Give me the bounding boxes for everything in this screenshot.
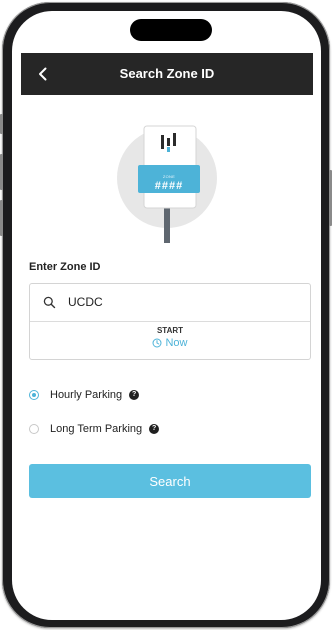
zone-id-input[interactable]: UCDC <box>30 284 310 322</box>
start-label: START <box>156 326 184 335</box>
long-term-parking-option[interactable]: Long Term Parking ? <box>29 421 160 437</box>
back-button[interactable] <box>31 53 55 95</box>
app-screen: Search Zone ID ZONE #### Enter Zone ID U… <box>12 11 321 620</box>
search-button[interactable]: Search <box>29 464 311 498</box>
phone-volume-up-button <box>0 154 3 190</box>
help-icon[interactable]: ? <box>129 390 140 400</box>
hourly-parking-label: Hourly Parking <box>50 389 123 401</box>
long-term-parking-label: Long Term Parking <box>50 423 143 435</box>
hourly-parking-radio[interactable] <box>29 390 39 400</box>
page-title: Search Zone ID <box>119 66 215 81</box>
chevron-left-icon <box>39 67 47 81</box>
start-value: Now <box>165 337 188 349</box>
zone-id-value: UCDC <box>68 295 103 309</box>
search-icon <box>43 296 56 309</box>
start-time-selector[interactable]: START Now <box>30 322 310 359</box>
sign-zone-label: ZONE <box>162 174 176 179</box>
long-term-parking-radio[interactable] <box>29 424 39 434</box>
phone-frame: Search Zone ID ZONE #### Enter Zone ID U… <box>0 2 332 628</box>
hourly-parking-option[interactable]: Hourly Parking ? <box>29 387 140 403</box>
sign-zone-number: #### <box>154 180 184 192</box>
phone-volume-down-button <box>0 200 3 236</box>
dynamic-island <box>130 19 212 41</box>
help-icon[interactable]: ? <box>149 424 160 434</box>
phone-side-button <box>0 114 3 134</box>
clock-icon <box>152 338 162 348</box>
start-value-group: Now <box>152 337 188 349</box>
zone-id-label: Enter Zone ID <box>29 261 101 273</box>
top-bar: Search Zone ID <box>21 53 313 95</box>
search-card: UCDC START Now <box>29 283 311 360</box>
